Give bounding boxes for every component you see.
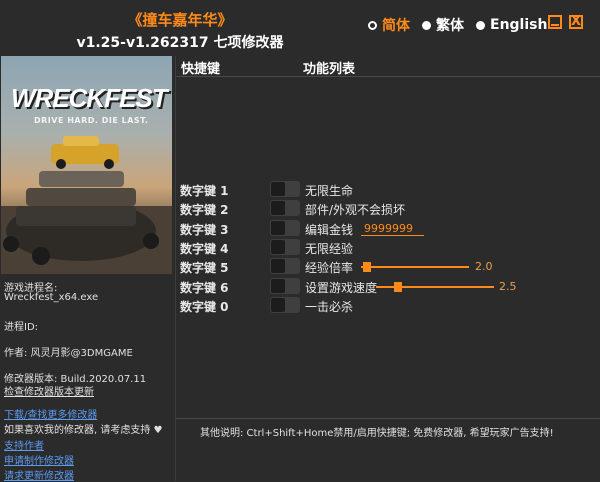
cover-tagline: DRIVE HARD. DIE LAST. <box>34 116 149 125</box>
lang-label: 繁体 <box>436 18 464 34</box>
cheat-toggle[interactable] <box>270 220 300 236</box>
game-speed-slider[interactable] <box>376 282 494 292</box>
radio-selected-icon <box>368 20 377 30</box>
cheat-row: 数字键 6 设置游戏速度 2.5 <box>180 278 600 296</box>
close-button[interactable]: X <box>569 15 583 29</box>
cheat-row: 数字键 5 经验倍率 2.0 <box>180 258 600 276</box>
cheat-row: 数字键 2 部件/外观不会损坏 <box>180 200 600 218</box>
title-area: 《撞车嘉年华》 v1.25-v1.262317 七项修改器 <box>0 0 360 52</box>
lang-label: 简体 <box>382 18 410 34</box>
support-author-link[interactable]: 支持作者 <box>4 437 44 452</box>
slider-value: 2.5 <box>499 280 517 293</box>
cheat-toggle[interactable] <box>270 258 300 274</box>
request-trainer-link[interactable]: 申请制作修改器 <box>4 452 74 467</box>
lang-option-traditional[interactable]: 繁体 <box>422 15 464 35</box>
cheat-toggle[interactable] <box>270 278 300 294</box>
slider-thumb[interactable] <box>363 262 371 272</box>
minimize-button[interactable] <box>548 15 562 29</box>
footer-note: 其他说明: Ctrl+Shift+Home禁用/启用快捷键; 免费修改器, 希望… <box>200 428 554 439</box>
toggle-knob <box>271 201 285 215</box>
toggle-knob <box>271 221 285 235</box>
pid-label: 进程ID: <box>4 322 39 333</box>
cheat-label: 经验倍率 <box>305 261 354 275</box>
cheat-row: 数字键 0 一击必杀 <box>180 297 600 315</box>
hotkey-label: 数字键 2 <box>180 203 229 217</box>
cheat-toggle[interactable] <box>270 297 300 313</box>
cheat-row: 数字键 1 无限生命 <box>180 181 600 199</box>
slider-thumb[interactable] <box>394 282 402 292</box>
language-selector: 简体 繁体 English <box>368 15 559 35</box>
cheat-label: 编辑金钱 <box>305 223 354 237</box>
cheat-toggle[interactable] <box>270 181 300 197</box>
lang-option-simplified[interactable]: 简体 <box>368 15 410 35</box>
hotkey-label: 数字键 3 <box>180 223 229 237</box>
divider <box>176 76 600 77</box>
divider <box>176 418 600 419</box>
cheat-toggle[interactable] <box>270 239 300 255</box>
cheat-label: 部件/外观不会损坏 <box>305 203 406 217</box>
trainer-subtitle: v1.25-v1.262317 七项修改器 <box>76 35 284 51</box>
support-note: 如果喜欢我的修改器, 请考虑支持 ♥ <box>4 425 163 436</box>
slider-value: 2.0 <box>475 260 493 273</box>
cheat-label: 一击必杀 <box>305 300 354 314</box>
lang-option-english[interactable]: English <box>476 17 547 33</box>
money-input[interactable]: 9999999 <box>361 222 424 236</box>
hotkey-column-header: 快捷键 <box>181 62 221 77</box>
request-update-link[interactable]: 请求更新修改器 <box>4 467 74 482</box>
cheat-label: 设置游戏速度 <box>305 281 378 295</box>
radio-icon <box>422 20 431 30</box>
hotkey-label: 数字键 1 <box>180 184 229 198</box>
toggle-knob <box>271 298 285 312</box>
toggle-knob <box>271 279 285 293</box>
cheat-toggle[interactable] <box>270 200 300 216</box>
cheat-row: 数字键 3 编辑金钱 9999999 <box>180 220 600 238</box>
hotkey-label: 数字键 4 <box>180 242 229 256</box>
game-title: 《撞车嘉年华》 <box>127 11 233 29</box>
exp-multiplier-slider[interactable] <box>361 262 469 272</box>
cheat-label: 无限经验 <box>305 242 354 256</box>
radio-icon <box>476 20 485 30</box>
hotkey-label: 数字键 5 <box>180 261 229 275</box>
hotkey-label: 数字键 0 <box>180 300 229 314</box>
toggle-knob <box>271 240 285 254</box>
check-update-link[interactable]: 检查修改器版本更新 <box>4 383 94 398</box>
function-column-header: 功能列表 <box>303 62 356 77</box>
lang-label: English <box>490 17 548 33</box>
toggle-knob <box>271 182 285 196</box>
download-more-link[interactable]: 下载/查找更多修改器 <box>4 406 97 421</box>
game-cover-image: WRECKFEST DRIVE HARD. DIE LAST. <box>1 56 172 274</box>
cover-logo: WRECKFEST <box>11 83 168 113</box>
process-name: Wreckfest_x64.exe <box>4 292 99 303</box>
cheat-row: 数字键 4 无限经验 <box>180 239 600 257</box>
cheat-label: 无限生命 <box>305 184 354 198</box>
toggle-knob <box>271 259 285 273</box>
author-text: 作者: 风灵月影@3DMGAME <box>4 348 133 359</box>
hotkey-label: 数字键 6 <box>180 281 229 295</box>
